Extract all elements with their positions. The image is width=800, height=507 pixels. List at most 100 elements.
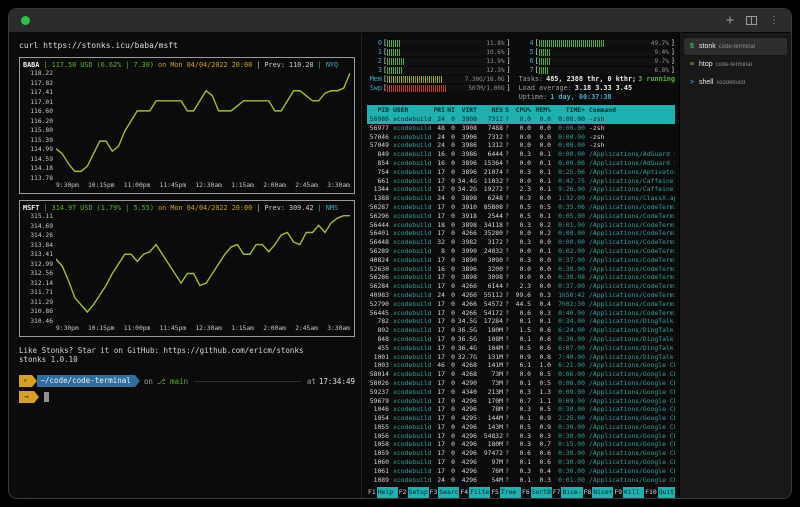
fkey-f4-filter[interactable]: F4Filter [459, 487, 490, 498]
prompt-icon: > [688, 79, 696, 86]
process-row[interactable]: 57046xcodebuild24039067312?0.00.00:00.00… [367, 133, 675, 142]
fkey-f6-sortby[interactable]: F6SortBy [521, 487, 552, 498]
stonks-terminal-pane[interactable]: curl https://stonks.icu/baba/msft BABA |… [9, 33, 361, 499]
process-row[interactable]: 848xcodebuild17036.5G108M?0.10.60:30.00/… [367, 335, 675, 344]
column-header-mem[interactable]: MEM% [531, 105, 551, 115]
baba-stock-chart: BABA | 117.50 USD (6.62% | 7.30) on Mon … [19, 57, 355, 194]
tab-subtitle: xcodebuild [716, 80, 745, 86]
fkey-f10-quit[interactable]: F10Quit [644, 487, 675, 498]
process-row[interactable]: 455xcodebuild17036.4G104M?0.50.66:07.00/… [367, 344, 675, 353]
process-row[interactable]: 40983xcodebuild240426655112?99.60.31h50:… [367, 291, 675, 300]
split-pane-icon[interactable] [746, 16, 757, 25]
column-header-command[interactable]: Command [585, 105, 675, 115]
process-row[interactable]: 782xcodebuild17034.5G17284?0.10.10:34.00… [367, 317, 675, 326]
price-line-plot [56, 70, 350, 182]
process-row[interactable]: 56287xcodebuild170391085808?0.50.50:35.0… [367, 203, 675, 212]
process-row[interactable]: 56448xcodebuild32039823172?0.30.00:00.00… [367, 238, 675, 247]
process-row[interactable]: 56401xcodebuild170426635280?0.00.20:00.0… [367, 229, 675, 238]
sidebar-tab-htop[interactable]: ≡htopcode-terminal [684, 56, 787, 73]
process-row[interactable]: 56296xcodebuild17039182544?0.50.10:05.00… [367, 212, 675, 221]
y-tick: 116.60 [23, 108, 53, 115]
process-row[interactable]: 854xcodebuild160389615364?0.00.10:00.06/… [367, 159, 675, 168]
process-row[interactable]: 1055xcodebuild1704296143M?0.50.90:30.00/… [367, 423, 675, 432]
fkey-f5-tree[interactable]: F5Tree [490, 487, 521, 498]
fkey-f2-setup[interactable]: F2Setup [398, 487, 429, 498]
process-row[interactable]: 1058xcodebuild1704296180M?0.30.70:15.00/… [367, 440, 675, 449]
process-row[interactable]: 661xcodebuild17034.4G11032?0.00.10:42.75… [367, 177, 675, 186]
process-row[interactable]: 52630xcodebuild16038963200?0.00.00:30.00… [367, 265, 675, 274]
x-tick: 11:00pm [124, 182, 151, 191]
fkey-f3-search[interactable]: F3Search [429, 487, 460, 498]
cpu-meter-4: 4[49.7%] [519, 39, 675, 48]
process-row[interactable]: 59237xcodebuild1704340213M?0.31.30:09.00… [367, 388, 675, 397]
process-row[interactable]: 802xcodebuild17036.5G180M?1.50.66:24.00/… [367, 326, 675, 335]
titlebar[interactable]: + ⋮ [9, 9, 791, 33]
process-row[interactable]: 56286xcodebuild17038983098?0.00.00:30.08… [367, 273, 675, 282]
process-row[interactable]: 58014xcodebuild170426873M?0.00.50:06.00/… [367, 370, 675, 379]
prompt-rule [194, 381, 301, 382]
y-axis-labels: 118.22117.82117.41117.01116.60116.20115.… [23, 70, 56, 182]
bracket: ] [506, 75, 510, 84]
column-header-ni[interactable]: NI [445, 105, 455, 115]
process-row[interactable]: 1003xcodebuild4604268141M?6.11.06:21.00/… [367, 361, 675, 370]
process-row[interactable]: 52790xcodebuild170426654572?44.50.47h02:… [367, 300, 675, 309]
process-row[interactable]: 56445xcodebuild170426654172?0.60.30:40.0… [367, 309, 675, 318]
process-row[interactable]: 40824xcodebuild17038903090?0.30.00:37.00… [367, 256, 675, 265]
process-row[interactable]: 56444xcodebuild180389834118?0.30.20:01.0… [367, 221, 675, 230]
date-label: on Mon 04/04/2022 20:00 [158, 204, 256, 212]
process-row[interactable]: 1089xcodebuild240429654M?0.10.30:01.00/A… [367, 476, 675, 485]
swap-bar: 507M/1.00G [387, 85, 506, 92]
fkey-f1-help[interactable]: F1Help [367, 487, 398, 498]
process-row[interactable]: 58026xcodebuild170429073M?0.10.50:06.00/… [367, 379, 675, 388]
sidebar-tab-shell[interactable]: >shellxcodebuild [684, 74, 787, 91]
ticker-label: MSFT [23, 204, 43, 212]
sidebar-tab-stonk[interactable]: $stonkcode-terminal [684, 38, 787, 55]
cpu-fill [539, 49, 551, 56]
process-row[interactable]: 1344xcodebuild17034.2G19272?2.30.19:26.0… [367, 185, 675, 194]
process-row[interactable]: 1061xcodebuild170429676M?0.30.40:30.00/A… [367, 467, 675, 476]
cpu-meter-0: 0[11.8%] [367, 39, 511, 48]
session-tab-list: $stonkcode-terminal≡htopcode-terminal>sh… [684, 38, 787, 91]
cpu-index: 5 [519, 48, 534, 57]
process-row[interactable]: 1046xcodebuild170429678M?0.30.50:30.00/A… [367, 405, 675, 414]
column-header-cpu[interactable]: CPU% [511, 105, 531, 115]
command-input-line[interactable]: → [19, 391, 355, 403]
process-row[interactable]: 1060xcodebuild170429697M?0.10.60:30.00/A… [367, 458, 675, 467]
menu-icon[interactable]: ⋮ [769, 15, 779, 26]
tasks-label: Tasks: [519, 75, 544, 83]
column-header-virt[interactable]: VIRT [455, 105, 477, 115]
column-header-user[interactable]: USER [389, 105, 431, 115]
fkey-f8-nice[interactable]: F8Nice+ [583, 487, 614, 498]
process-row[interactable]: 56986xcodebuild24039087312?0.00.00:00.00… [367, 115, 675, 124]
process-row[interactable]: 56977xcodebuild48039087488?0.00.00:00.00… [367, 124, 675, 133]
stonks-version: stonks 1.0.10 [19, 355, 355, 364]
process-row[interactable]: 754xcodebuild170389621074?0.30.10:25.06/… [367, 168, 675, 177]
new-tab-button[interactable]: + [726, 14, 734, 27]
column-header-res[interactable]: RES [477, 105, 503, 115]
y-tick: 115.39 [23, 137, 53, 144]
price-line [56, 70, 350, 182]
process-row[interactable]: 59679xcodebuild1704296170M?0.71.10:09.00… [367, 397, 675, 406]
column-header-pri[interactable]: PRI [431, 105, 445, 115]
process-row[interactable]: 1388xcodebuild24038986248?0.30.01:32.00/… [367, 194, 675, 203]
prompt-indicator-segment: ⚡ [19, 375, 32, 387]
column-header-time[interactable]: TIME+ [551, 105, 585, 115]
process-row[interactable]: 57049xcodebuild24039861312?0.00.00:00.00… [367, 141, 675, 150]
process-row[interactable]: 849xcodebuild16039866444?0.30.10:00.00/A… [367, 150, 675, 159]
process-row[interactable]: 56289xcodebuild80399024032?0.00.10:02.00… [367, 247, 675, 256]
traffic-light-green[interactable] [21, 16, 30, 25]
process-row[interactable]: 56284xcodebuild17042666144?2.30.00:37.00… [367, 282, 675, 291]
fkey-f9-kill[interactable]: F9Kill [613, 487, 644, 498]
fkey-f7-nice[interactable]: F7Nice- [552, 487, 583, 498]
process-row[interactable]: 1001xcodebuild17032.7G131M?0.90.87:40.00… [367, 353, 675, 362]
powerline-arrow-icon [135, 375, 140, 387]
process-row[interactable]: 1056xcodebuild170429654832?0.30.30:30.00… [367, 432, 675, 441]
text-cursor [44, 392, 49, 402]
github-url[interactable]: https://github.com/ericm/stonks [164, 346, 304, 355]
column-header-pid[interactable]: PID [367, 105, 389, 115]
process-row[interactable]: 1059xcodebuild170429697472?0.60.60:30.00… [367, 449, 675, 458]
htop-pane[interactable]: 0[11.8%]1[10.6%]2[13.9%]3[12.3%] Mem [ 7… [361, 33, 679, 499]
process-row[interactable]: 1054xcodebuild1704295144M?0.10.92:25.00/… [367, 414, 675, 423]
column-header-s[interactable]: S [503, 105, 511, 115]
cpu-percent: 13.9% [486, 58, 504, 65]
